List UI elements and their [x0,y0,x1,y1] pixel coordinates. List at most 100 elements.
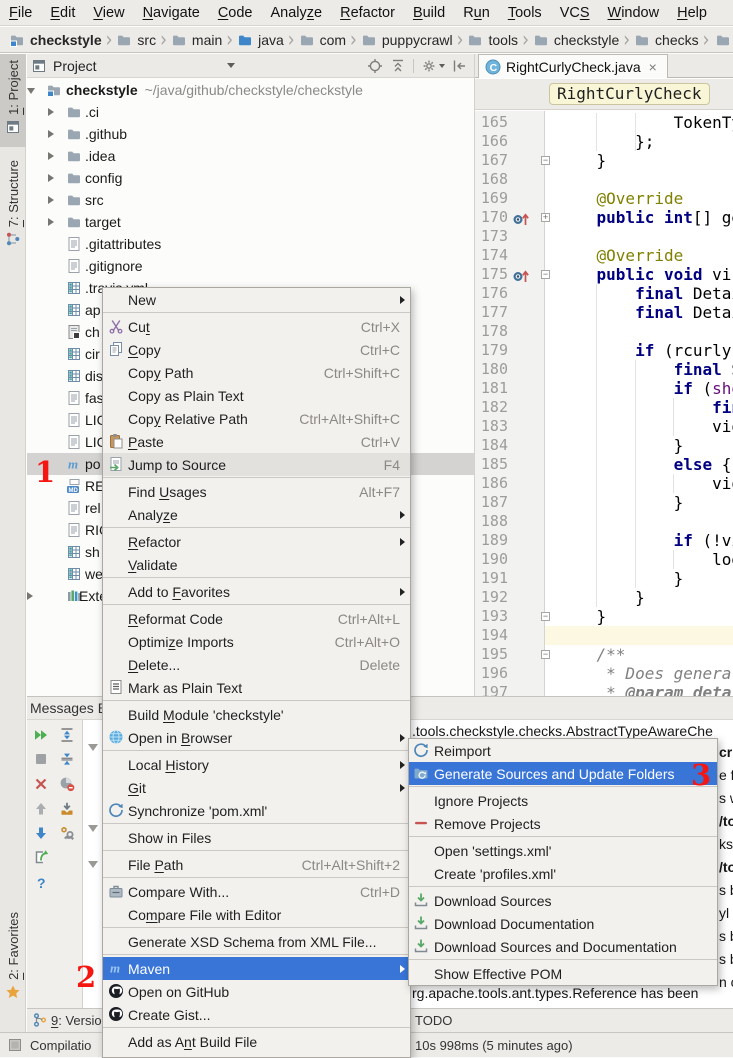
menubar-item-build[interactable]: Build [404,0,454,26]
menu-item-build-module-checkstyle[interactable]: Build Module 'checkstyle' [103,703,410,726]
gear-dropdown-icon[interactable] [439,64,445,68]
stop-icon[interactable] [33,751,49,767]
menubar-item-help[interactable]: Help [668,0,716,26]
code-line[interactable]: 191 } [475,569,733,588]
code-line[interactable]: 192 } [475,588,733,607]
menubar-item-code[interactable]: Code [209,0,262,26]
collapse-all-icon[interactable] [390,58,406,74]
menu-item-copy-as-plain-text[interactable]: Copy as Plain Text [103,384,410,407]
breadcrumb-main[interactable]: main [169,32,224,48]
menu-item-generate-sources-and-update-folders[interactable]: Generate Sources and Update Folders [409,762,717,785]
code-line[interactable]: 169 @Override [475,189,733,208]
menu-item-copy-path[interactable]: Copy PathCtrl+Shift+C [103,361,410,384]
toolwindow-button-version-control[interactable]: 9: Versio [32,1012,102,1028]
stripe-button--project[interactable]: 1: Project [0,54,26,147]
menubar-item-vcs[interactable]: VCS [551,0,599,26]
tree-collapsed-icon[interactable] [48,218,54,226]
menu-item-new[interactable]: New [103,288,410,311]
breadcrumb-checkstyle[interactable]: checkstyle [7,32,104,48]
tree-row[interactable]: target [27,211,474,233]
breadcrumb-java[interactable]: java [235,32,286,48]
locate-file-icon[interactable] [367,58,383,74]
export-icon[interactable] [33,849,49,865]
menu-item-file-path[interactable]: File PathCtrl+Alt+Shift+2 [103,853,410,876]
code-line[interactable]: 195− /** [475,645,733,664]
fold-collapse-icon[interactable]: − [541,650,550,659]
menu-item-synchronize-pom-xml[interactable]: Synchronize 'pom.xml' [103,799,410,822]
menu-item-delete[interactable]: Delete...Delete [103,653,410,676]
code-line[interactable]: 165 TokenTy [475,113,733,132]
menu-item-create-profiles-xml[interactable]: Create 'profiles.xml' [409,862,717,885]
code-line[interactable]: 196 * Does general [475,664,733,683]
menu-item-refactor[interactable]: Refactor [103,530,410,553]
menubar-item-edit[interactable]: Edit [41,0,84,26]
overrides-method-gutter-icon[interactable] [513,211,531,224]
menu-item-find-usages[interactable]: Find UsagesAlt+F7 [103,480,410,503]
menu-item-download-documentation[interactable]: Download Documentation [409,912,717,935]
tree-row[interactable]: .gitattributes [27,233,474,255]
closex-icon[interactable] [33,776,49,792]
fold-collapse-icon[interactable]: − [541,612,550,621]
tree-row[interactable]: .github [27,123,474,145]
code-line[interactable]: 177 final Detai [475,303,733,322]
code-line[interactable]: 170+ public int[] ge [475,208,733,227]
menubar-item-tools[interactable]: Tools [499,0,551,26]
expand-icon[interactable] [59,727,75,743]
filter-icon[interactable] [59,776,75,792]
arrow-down-icon[interactable] [33,825,49,841]
settings-gear-icon[interactable] [421,58,437,74]
hide-panel-icon[interactable] [452,58,468,74]
message-tree-expanded-icon[interactable] [88,825,98,832]
menu-item-cut[interactable]: CutCtrl+X [103,315,410,338]
code-line[interactable]: 179 if (rcurly [475,341,733,360]
code-line[interactable]: 187 } [475,493,733,512]
collapse-icon[interactable] [59,751,75,767]
code-line[interactable]: 194 [475,626,733,645]
menu-item-show-effective-pom[interactable]: Show Effective POM [409,962,717,985]
fold-expand-icon[interactable]: + [541,213,550,222]
code-line[interactable]: 175− public void vis [475,265,733,284]
breadcrumb-src[interactable]: src [114,32,158,48]
toggle-stripes-icon[interactable] [7,1037,23,1053]
code-line[interactable]: 167− } [475,151,733,170]
stripe-button--structure[interactable]: 7: Structure [0,154,26,236]
message-tree-expanded-icon[interactable] [88,744,98,751]
menu-item-reimport[interactable]: Reimport [409,739,717,762]
menu-item-generate-xsd-schema-from-xml-file[interactable]: Generate XSD Schema from XML File... [103,930,410,953]
menu-item-analyze[interactable]: Analyze [103,503,410,526]
toolwindow-button-todo[interactable]: TODO [415,1013,452,1028]
overrides-method-gutter-icon[interactable] [513,268,531,281]
menu-item-optimize-imports[interactable]: Optimize ImportsCtrl+Alt+O [103,630,410,653]
settings-icon[interactable] [59,825,75,841]
menubar-item-window[interactable]: Window [599,0,669,26]
tree-row[interactable]: .ci [27,101,474,123]
menu-item-copy-relative-path[interactable]: Copy Relative PathCtrl+Alt+Shift+C [103,407,410,430]
code-area[interactable]: 165 TokenTy166 };167− }168169 @Override1… [475,111,733,696]
menu-item-git[interactable]: Git [103,776,410,799]
code-line[interactable]: 166 }; [475,132,733,151]
menubar-item-refactor[interactable]: Refactor [331,0,404,26]
code-line[interactable]: 182 fin [475,398,733,417]
code-line[interactable]: 193− } [475,607,733,626]
code-line[interactable]: 185 else { [475,455,733,474]
tree-collapsed-icon[interactable] [48,174,54,182]
code-line[interactable]: 184 } [475,436,733,455]
menu-item-remove-projects[interactable]: Remove Projects [409,812,717,835]
rerun-icon[interactable] [33,727,49,743]
code-line[interactable]: 183 vio [475,417,733,436]
menu-item-jump-to-source[interactable]: Jump to SourceF4 [103,453,410,476]
breadcrumb-checkstyle[interactable]: checkstyle [531,32,621,48]
menubar-item-navigate[interactable]: Navigate [134,0,209,26]
menu-item-local-history[interactable]: Local History [103,753,410,776]
breadcrumb-tools[interactable]: tools [465,32,520,48]
tree-row[interactable]: .idea [27,145,474,167]
tree-collapsed-icon[interactable] [48,130,54,138]
code-line[interactable]: 190 log [475,550,733,569]
menu-item-paste[interactable]: PasteCtrl+V [103,430,410,453]
tab-close-icon[interactable]: × [649,60,657,74]
tree-row[interactable]: checkstyle~/java/github/checkstyle/check… [27,79,474,101]
menu-item-open-settings-xml[interactable]: Open 'settings.xml' [409,839,717,862]
fold-collapse-icon[interactable]: − [541,270,550,279]
code-line[interactable]: 174 @Override [475,246,733,265]
menu-item-maven[interactable]: mMaven [103,957,410,980]
